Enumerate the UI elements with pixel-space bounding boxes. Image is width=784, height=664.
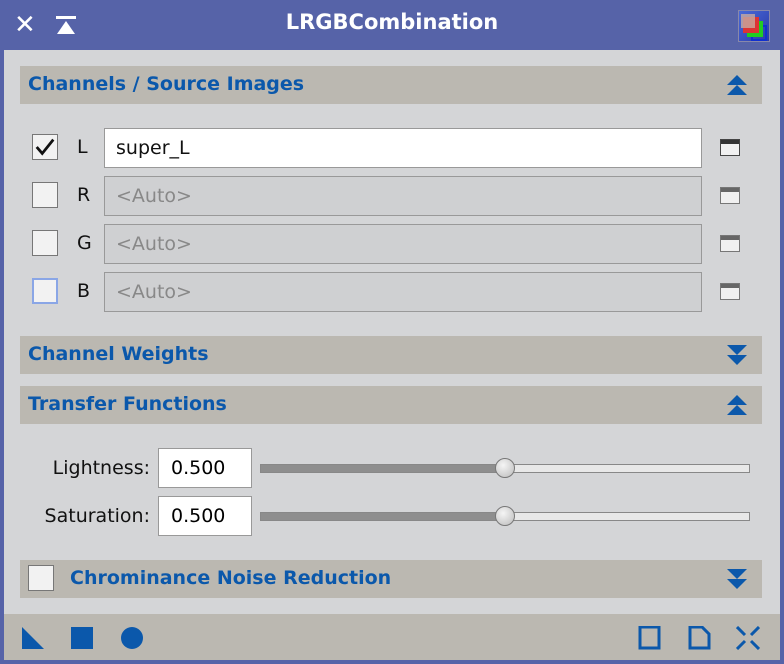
lightness-label: Lightness: bbox=[52, 457, 150, 479]
collapse-icon[interactable] bbox=[726, 394, 748, 416]
expand-icon[interactable] bbox=[726, 344, 748, 366]
check-icon bbox=[35, 138, 55, 156]
channel-label: L bbox=[77, 136, 88, 158]
slider-fill bbox=[261, 513, 505, 520]
preview-icon[interactable] bbox=[638, 626, 662, 650]
select-view-icon[interactable] bbox=[720, 283, 740, 300]
expand-icon[interactable] bbox=[726, 568, 748, 590]
channel-l-checkbox[interactable] bbox=[32, 134, 58, 160]
channel-row-l: L super_L bbox=[4, 128, 780, 168]
main-panel: Channels / Source Images L super_L R <Au… bbox=[4, 50, 780, 660]
saturation-slider[interactable] bbox=[260, 506, 750, 526]
select-view-icon[interactable] bbox=[720, 187, 740, 204]
saturation-label: Saturation: bbox=[44, 505, 150, 527]
channel-l-input[interactable]: super_L bbox=[104, 128, 702, 168]
lightness-input[interactable]: 0.500 bbox=[158, 448, 252, 488]
channel-g-input[interactable]: <Auto> bbox=[104, 224, 702, 264]
section-label: Channels / Source Images bbox=[28, 73, 305, 95]
channel-row-g: G <Auto> bbox=[4, 224, 780, 264]
apply-global-icon[interactable] bbox=[70, 626, 94, 650]
channel-g-checkbox[interactable] bbox=[32, 230, 58, 256]
channel-label: G bbox=[77, 232, 92, 254]
title-bar: ✕ LRGBCombination bbox=[0, 0, 784, 50]
section-weights[interactable]: Channel Weights bbox=[20, 336, 762, 374]
channel-r-input[interactable]: <Auto> bbox=[104, 176, 702, 216]
select-view-icon[interactable] bbox=[720, 235, 740, 252]
new-instance-icon[interactable] bbox=[22, 626, 46, 650]
channel-b-input[interactable]: <Auto> bbox=[104, 272, 702, 312]
channel-r-checkbox[interactable] bbox=[32, 182, 58, 208]
chroma-checkbox[interactable] bbox=[28, 565, 54, 591]
slider-handle[interactable] bbox=[495, 458, 515, 478]
section-chroma[interactable]: Chrominance Noise Reduction bbox=[20, 560, 762, 598]
documentation-icon[interactable] bbox=[688, 626, 712, 650]
section-label: Channel Weights bbox=[28, 343, 209, 365]
saturation-input[interactable]: 0.500 bbox=[158, 496, 252, 536]
channel-row-r: R <Auto> bbox=[4, 176, 780, 216]
select-view-icon[interactable] bbox=[720, 139, 740, 156]
apply-icon[interactable] bbox=[120, 626, 144, 650]
section-channels[interactable]: Channels / Source Images bbox=[20, 66, 762, 104]
lightness-row: Lightness: 0.500 bbox=[4, 448, 780, 488]
section-transfer[interactable]: Transfer Functions bbox=[20, 386, 762, 424]
section-label: Chrominance Noise Reduction bbox=[70, 567, 392, 589]
channel-label: R bbox=[77, 184, 91, 206]
slider-handle[interactable] bbox=[495, 506, 515, 526]
channel-label: B bbox=[77, 280, 91, 302]
footer-toolbar bbox=[4, 614, 780, 660]
reset-icon[interactable] bbox=[736, 626, 760, 650]
app-icon bbox=[738, 10, 770, 42]
channel-row-b: B <Auto> bbox=[4, 272, 780, 312]
channel-b-checkbox[interactable] bbox=[32, 278, 58, 304]
window-title: LRGBCombination bbox=[285, 10, 499, 34]
section-label: Transfer Functions bbox=[28, 393, 227, 415]
collapse-icon[interactable] bbox=[726, 74, 748, 96]
slider-fill bbox=[261, 465, 505, 472]
saturation-row: Saturation: 0.500 bbox=[4, 496, 780, 536]
lightness-slider[interactable] bbox=[260, 458, 750, 478]
